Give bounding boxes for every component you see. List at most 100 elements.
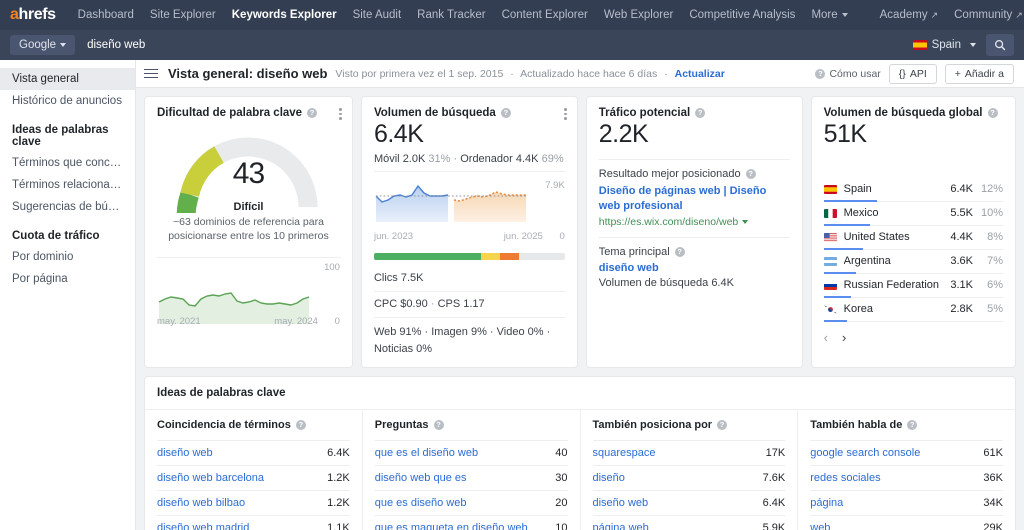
list-item[interactable]: que es diseño web20 (375, 490, 568, 515)
list-item[interactable]: diseño web6.4K (157, 440, 350, 465)
update-link[interactable]: Actualizar (675, 68, 725, 80)
flag-korea-icon (824, 305, 837, 314)
nav-content-explorer[interactable]: Content Explorer (494, 9, 596, 21)
top-result-url[interactable]: https://es.wix.com/diseno/web (599, 216, 790, 228)
keyword-link[interactable]: diseño (593, 472, 755, 484)
nav-site-audit[interactable]: Site Audit (345, 9, 410, 21)
nav-rank-tracker[interactable]: Rank Tracker (409, 9, 493, 21)
mobile-label: Móvil (374, 153, 400, 165)
country-row[interactable]: Spain 6.4K 12% (824, 178, 1003, 202)
sidebar-heading-cuota-trafico: Cuota de tráfico (0, 218, 135, 246)
nav-academy[interactable]: Academy (872, 9, 946, 21)
keyword-link[interactable]: redes sociales (810, 472, 975, 484)
top-result-title[interactable]: Diseño de páginas web | Diseño web profe… (599, 184, 790, 214)
top-result-url-text: https://es.wix.com/diseno/web (599, 216, 738, 228)
country-select[interactable]: Spain (903, 35, 986, 55)
help-icon[interactable]: ? (907, 420, 917, 430)
list-item[interactable]: diseño web6.4K (593, 490, 786, 515)
keyword-link[interactable]: página (810, 497, 975, 509)
list-item[interactable]: página web5.9K (593, 515, 786, 530)
ideas-column-header-label: También posiciona por (593, 419, 713, 431)
chevron-down-icon (842, 13, 848, 17)
kd-chart-start: may. 2021 (157, 316, 201, 327)
list-item[interactable]: diseño7.6K (593, 465, 786, 490)
nav-competitive-analysis[interactable]: Competitive Analysis (681, 9, 803, 21)
spain-flag-icon (913, 40, 927, 50)
next-page-icon[interactable]: › (842, 330, 846, 345)
list-item[interactable]: google search console61K (810, 440, 1003, 465)
keyword-link[interactable]: página web (593, 522, 755, 530)
sidebar-item-por-pagina[interactable]: Por página (0, 268, 135, 290)
nav-web-explorer[interactable]: Web Explorer (596, 9, 681, 21)
help-icon[interactable]: ? (717, 420, 727, 430)
add-to-button[interactable]: + Añadir a (945, 64, 1014, 84)
search-button[interactable] (986, 34, 1014, 56)
country-row[interactable]: Argentina 3.6K 7% (824, 250, 1003, 274)
country-row[interactable]: Korea 2.8K 5% (824, 298, 1003, 322)
nav-community[interactable]: Community (946, 9, 1024, 21)
help-icon[interactable]: ? (675, 247, 685, 257)
search-engine-select[interactable]: Google (10, 35, 75, 55)
sidebar-item-por-dominio[interactable]: Por dominio (0, 246, 135, 268)
nav-more[interactable]: More (803, 9, 855, 21)
country-row[interactable]: Mexico 5.5K 10% (824, 202, 1003, 226)
kd-value: 43 (157, 157, 340, 191)
global-country-list: Spain 6.4K 12% Mexico 5.5K 10% (824, 178, 1003, 322)
volume-chart-start: jun. 2023 (374, 231, 413, 242)
prev-page-icon[interactable]: ‹ (824, 330, 828, 345)
keyword-link[interactable]: diseño web barcelona (157, 472, 319, 484)
list-item[interactable]: diseño web barcelona 1.2K (157, 465, 350, 490)
kd-card-menu-icon[interactable] (339, 108, 342, 120)
sidebar-item-sugerencias-busqueda[interactable]: Sugerencias de búsqueda (0, 196, 135, 218)
keyword-link[interactable]: que es diseño web (375, 497, 548, 509)
menu-toggle-icon[interactable] (144, 69, 158, 79)
nav-dashboard[interactable]: Dashboard (70, 9, 142, 21)
list-item[interactable]: redes sociales36K (810, 465, 1003, 490)
list-item[interactable]: diseño web madrid1.1K (157, 515, 350, 530)
help-icon[interactable]: ? (434, 420, 444, 430)
keyword-link[interactable]: diseño web que es (375, 472, 548, 484)
ahrefs-logo[interactable]: ahrefs (10, 6, 56, 24)
country-row[interactable]: United States 4.4K 8% (824, 226, 1003, 250)
list-item[interactable]: que es el diseño web40 (375, 440, 568, 465)
main-topic-keyword[interactable]: diseño web (599, 262, 790, 274)
keyword-input[interactable] (83, 34, 902, 56)
api-button[interactable]: {} API (889, 64, 937, 84)
nav-site-explorer[interactable]: Site Explorer (142, 9, 224, 21)
help-icon[interactable]: ? (307, 108, 317, 118)
volume-card-menu-icon[interactable] (564, 108, 567, 120)
help-icon[interactable]: ? (988, 108, 998, 118)
serp-types-line2: Noticias 0% (374, 343, 432, 355)
sidebar-item-vista-general[interactable]: Vista general (0, 68, 135, 90)
sidebar-heading-ideas: Ideas de palabras clave (0, 112, 135, 152)
list-item[interactable]: diseño web que es30 (375, 465, 568, 490)
keyword-link[interactable]: diseño web (593, 497, 755, 509)
sidebar-item-historico-anuncios[interactable]: Histórico de anuncios (0, 90, 135, 112)
keyword-link[interactable]: diseño web (157, 447, 319, 459)
list-item[interactable]: squarespace17K (593, 440, 786, 465)
keyword-link[interactable]: que es maqueta en diseño web (375, 522, 548, 530)
keyword-link[interactable]: que es el diseño web (375, 447, 548, 459)
list-item[interactable]: página34K (810, 490, 1003, 515)
keyword-volume: 10 (555, 522, 567, 530)
sidebar-item-terminos-relacionados[interactable]: Términos relacionados (0, 174, 135, 196)
keyword-link[interactable]: squarespace (593, 447, 758, 459)
sidebar-item-terminos-concuerdan[interactable]: Términos que concuerdan (0, 152, 135, 174)
country-row[interactable]: Russian Federation 3.1K 6% (824, 274, 1003, 298)
keyword-link[interactable]: diseño web madrid (157, 522, 319, 530)
how-to-use-link[interactable]: ? Cómo usar (815, 68, 880, 80)
help-icon[interactable]: ? (296, 420, 306, 430)
list-item[interactable]: que es maqueta en diseño web 10 (375, 515, 568, 530)
help-icon[interactable]: ? (501, 108, 511, 118)
list-item[interactable]: web29K (810, 515, 1003, 530)
keyword-link[interactable]: web (810, 522, 975, 530)
keyword-link[interactable]: google search console (810, 447, 975, 459)
country-percent: 6% (973, 279, 1003, 291)
keyword-link[interactable]: diseño web bilbao (157, 497, 319, 509)
nav-keywords-explorer[interactable]: Keywords Explorer (224, 9, 345, 21)
help-icon[interactable]: ? (746, 169, 756, 179)
keyword-volume: 1.2K (327, 472, 350, 484)
kd-chart-end: may. 2024 (274, 316, 318, 327)
help-icon[interactable]: ? (695, 108, 705, 118)
list-item[interactable]: diseño web bilbao1.2K (157, 490, 350, 515)
